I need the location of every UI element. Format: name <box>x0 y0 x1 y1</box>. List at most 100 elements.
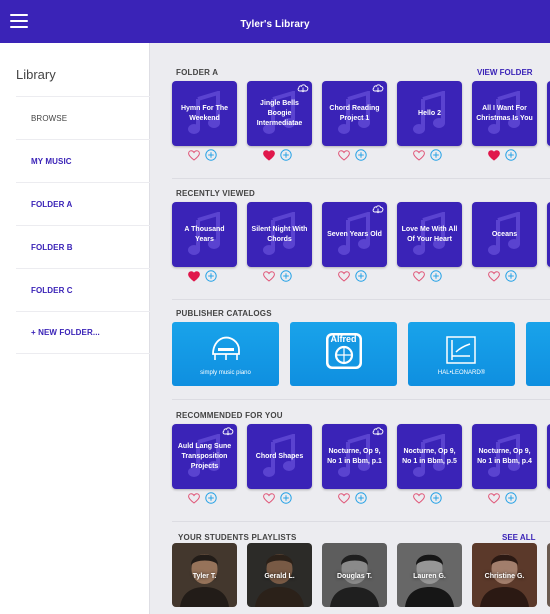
section-divider <box>172 521 550 522</box>
hal-leonard-logo-icon <box>446 336 476 364</box>
piano-logo-icon <box>212 336 240 360</box>
heart-icon[interactable] <box>413 149 425 161</box>
add-to-folder-icon[interactable] <box>430 270 442 282</box>
sheet-title: A Thousand Years <box>184 225 225 243</box>
publisher-tile-simply-music[interactable]: simply music piano <box>172 322 279 386</box>
heart-icon[interactable] <box>263 492 275 504</box>
add-to-folder-icon[interactable] <box>430 149 442 161</box>
heart-icon[interactable] <box>188 149 200 161</box>
sidebar-item-new-folder[interactable]: + NEW FOLDER... <box>16 311 150 354</box>
sheet-card-tile[interactable]: Nocturne, Op 9, No 1 in Bbm, p.5 <box>397 424 462 489</box>
sheet-card: Hymn For The Weekend <box>172 81 237 171</box>
card-actions <box>263 149 292 161</box>
heart-icon[interactable] <box>338 492 350 504</box>
student-playlist-tile[interactable]: Gerald L. <box>247 543 312 607</box>
heart-icon[interactable] <box>188 270 200 282</box>
student-playlist-tile[interactable]: Lauren G. <box>397 543 462 607</box>
add-to-folder-icon[interactable] <box>355 149 367 161</box>
add-to-folder-icon[interactable] <box>505 149 517 161</box>
sheet-card-tile[interactable]: All I Want For Christmas Is You <box>472 81 537 146</box>
add-to-folder-icon[interactable] <box>355 492 367 504</box>
sheet-card-tile[interactable]: Silent Night With Chords <box>247 202 312 267</box>
sheet-card-tile[interactable]: Oceans <box>472 202 537 267</box>
heart-icon[interactable] <box>338 149 350 161</box>
student-name: Tyler T. <box>192 573 217 580</box>
card-actions <box>338 149 367 161</box>
sheet-card-tile[interactable]: Seven Years Old <box>322 202 387 267</box>
sheet-card-tile[interactable]: A Thousand Years <box>172 202 237 267</box>
top-app-bar: Tyler's Library <box>0 0 550 43</box>
sheet-card: Nocturne, Op 9, No 1 in Bbm, p.5 <box>397 424 462 514</box>
sheet-card-tile[interactable]: Auld Lang Sune Transposition Projects <box>172 424 237 489</box>
heart-icon[interactable] <box>263 270 275 282</box>
view-folder-link[interactable]: VIEW FOLDER <box>477 68 533 77</box>
publisher-tile-alfred[interactable]: Alfred <box>290 322 397 386</box>
add-to-folder-icon[interactable] <box>505 492 517 504</box>
see-all-link[interactable]: SEE ALL <box>502 533 535 542</box>
add-to-folder-icon[interactable] <box>280 492 292 504</box>
add-to-folder-icon[interactable] <box>205 149 217 161</box>
sheet-card-tile[interactable]: Hymn For The Weekend <box>172 81 237 146</box>
card-actions <box>413 149 442 161</box>
sheet-title: Auld Lang Sune Transposition Projects <box>177 442 232 470</box>
heart-icon[interactable] <box>413 492 425 504</box>
card-row: Hymn For The Weekend Jingle Bells Boogie … <box>172 81 550 171</box>
section-divider <box>172 299 550 300</box>
heart-icon[interactable] <box>188 492 200 504</box>
student-playlist-tile[interactable]: Douglas T. <box>322 543 387 607</box>
add-to-folder-icon[interactable] <box>280 149 292 161</box>
add-to-folder-icon[interactable] <box>505 270 517 282</box>
sheet-card-tile[interactable]: Chord Shapes <box>247 424 312 489</box>
heart-icon[interactable] <box>263 149 275 161</box>
section-header: RECENTLY VIEWED <box>176 189 256 198</box>
add-to-folder-icon[interactable] <box>355 270 367 282</box>
publisher-caption: Alfred <box>330 334 357 344</box>
student-name: Gerald L. <box>264 573 295 580</box>
card-row: A Thousand Years Silent Night With Chords… <box>172 202 550 292</box>
heart-icon[interactable] <box>338 270 350 282</box>
sheet-title: Seven Years Old <box>327 230 382 238</box>
sheet-card: Seven Years Old <box>322 202 387 292</box>
sidebar-item-browse[interactable]: BROWSE <box>16 96 150 139</box>
sheet-title: Love Me With All Of Your Heart <box>401 225 458 243</box>
heart-icon[interactable] <box>488 270 500 282</box>
add-to-folder-icon[interactable] <box>280 270 292 282</box>
sheet-title: Nocturne, Op 9, No 1 in Bbm, p.5 <box>402 447 457 465</box>
sidebar-item-folder-b[interactable]: FOLDER B <box>16 225 150 268</box>
sheet-card-tile[interactable]: Love Me With All Of Your Heart <box>397 202 462 267</box>
student-playlist-tile[interactable]: Christine G. <box>472 543 537 607</box>
heart-icon[interactable] <box>413 270 425 282</box>
heart-icon[interactable] <box>488 492 500 504</box>
publisher-caption: simply music piano <box>200 370 251 376</box>
card-actions <box>188 492 217 504</box>
sheet-card-tile[interactable]: Nocturne, Op 9, No 1 in Bbm, p.4 <box>472 424 537 489</box>
student-name: Douglas T. <box>336 573 372 580</box>
sidebar-item-folder-c[interactable]: FOLDER C <box>16 268 150 311</box>
add-to-folder-icon[interactable] <box>205 270 217 282</box>
sheet-title: All I Want For Christmas Is You <box>476 104 533 122</box>
sheet-card-tile[interactable]: Jingle Bells Boogie Intermediatae <box>247 81 312 146</box>
publisher-tile-hal-leonard[interactable]: HAL•LEONARD® <box>408 322 515 386</box>
sidebar-item-my-music[interactable]: MY MUSIC <box>16 139 150 182</box>
sheet-card: Nocturne, Op 9, No 1 in Bbm, p.1 <box>322 424 387 514</box>
sidebar-item-folder-a[interactable]: FOLDER A <box>16 182 150 225</box>
heart-icon[interactable] <box>488 149 500 161</box>
card-actions <box>188 270 217 282</box>
card-actions <box>488 492 517 504</box>
sheet-title: Chord Shapes <box>255 452 304 460</box>
card-actions <box>188 149 217 161</box>
add-to-folder-icon[interactable] <box>430 492 442 504</box>
section-recently-viewed: RECENTLY VIEWED A Thousand Years Silent N… <box>172 189 550 299</box>
page-title: Tyler's Library <box>240 19 310 30</box>
add-to-folder-icon[interactable] <box>205 492 217 504</box>
sheet-card-tile[interactable]: Nocturne, Op 9, No 1 in Bbm, p.1 <box>322 424 387 489</box>
student-playlist-tile[interactable]: Tyler T. <box>172 543 237 607</box>
section-header: RECOMMENDED FOR YOU <box>176 411 283 420</box>
main-content: FOLDER A VIEW FOLDER Hymn For The Weeken… <box>151 43 550 614</box>
sheet-title: Nocturne, Op 9, No 1 in Bbm, p.1 <box>327 447 382 465</box>
sheet-card: A Thousand Years <box>172 202 237 292</box>
publisher-tile-partial[interactable] <box>526 322 550 386</box>
sheet-card-tile[interactable]: Hello 2 <box>397 81 462 146</box>
sheet-card-tile[interactable]: Chord Reading Project 1 <box>322 81 387 146</box>
card-actions <box>263 270 292 282</box>
